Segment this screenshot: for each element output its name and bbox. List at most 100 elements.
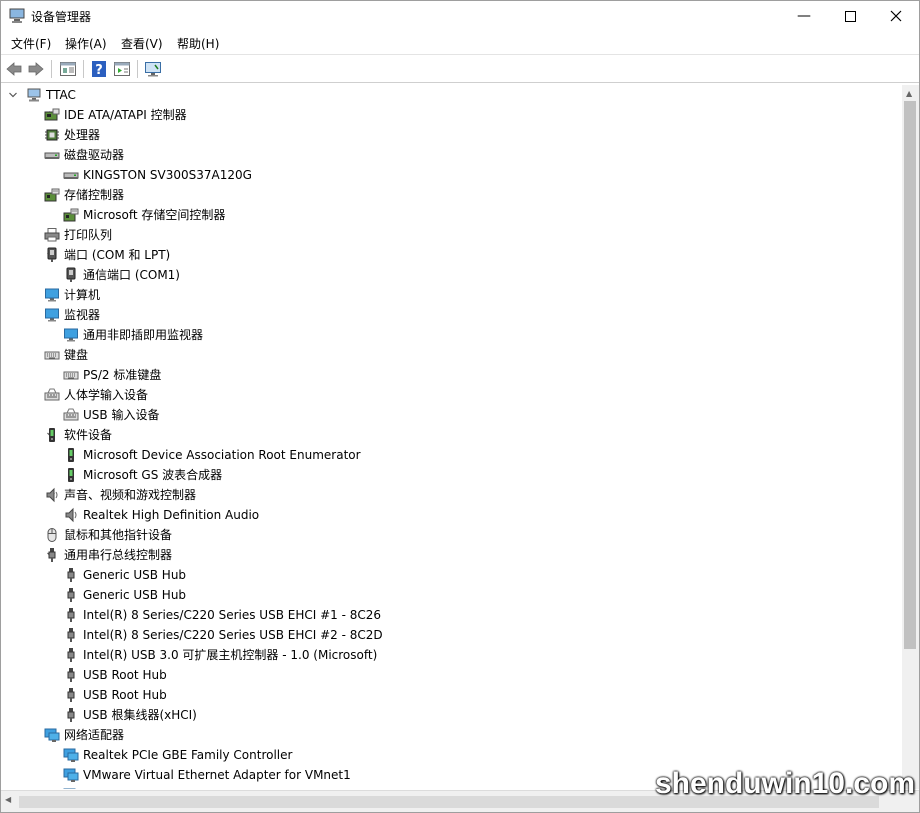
usb-icon [67, 668, 75, 682]
tree-node-label: 鼠标和其他指针设备 [64, 528, 173, 542]
back-icon[interactable] [5, 60, 23, 78]
tree-node[interactable]: Microsoft 存储空间控制器 [1, 205, 900, 225]
tree-node[interactable]: 声音、视频和游戏控制器 [1, 485, 900, 505]
tree-node[interactable]: 磁盘驱动器 [1, 145, 900, 165]
menu-file[interactable]: 文件(F) [11, 35, 51, 52]
tree-node[interactable]: TTAC [1, 85, 900, 105]
tree-node-label: 人体学输入设备 [64, 388, 149, 402]
toolbar: ? [1, 54, 919, 83]
tree-node-label: Microsoft 存储空间控制器 [83, 208, 226, 222]
tree-node-label: USB Root Hub [83, 688, 167, 702]
tree-node[interactable]: Intel(R) USB 3.0 可扩展主机控制器 - 1.0 (Microso… [1, 645, 900, 665]
menu-help[interactable]: 帮助(H) [177, 35, 219, 52]
title-bar: 设备管理器 — [1, 1, 919, 31]
tree-node[interactable]: 软件设备 [1, 425, 900, 445]
usb-icon [67, 568, 75, 582]
monitor-icon [45, 288, 59, 302]
tree-node[interactable]: Intel(R) 8 Series/C220 Series USB EHCI #… [1, 605, 900, 625]
maximize-button[interactable] [827, 1, 873, 31]
vertical-scrollbar[interactable]: ▲ ▼ [902, 85, 919, 789]
vertical-scroll-thumb[interactable] [904, 101, 916, 649]
properties-icon[interactable] [113, 60, 131, 78]
tree-node[interactable]: 通用串行总线控制器 [1, 545, 900, 565]
tree-node[interactable]: 端口 (COM 和 LPT) [1, 245, 900, 265]
watermark-text: shenduwin10.com [654, 767, 915, 800]
tree-node-label: 网络适配器 [64, 728, 125, 742]
tree-node[interactable]: 鼠标和其他指针设备 [1, 525, 900, 545]
tree-node[interactable]: Intel(R) 8 Series/C220 Series USB EHCI #… [1, 625, 900, 645]
menu-bar: 文件(F) 操作(A) 查看(V) 帮助(H) [1, 31, 919, 53]
tree-node[interactable]: PS/2 标准键盘 [1, 365, 900, 385]
close-icon [890, 10, 902, 22]
tree-node[interactable]: 网络适配器 [1, 725, 900, 745]
usb-icon [67, 628, 75, 642]
maximize-icon [844, 10, 856, 22]
device-tree: TTAC IDE ATA/ATAPI 控制器 处理器磁盘驱动器 KINGSTON SV… [1, 85, 900, 789]
scroll-up-icon[interactable]: ▲ [906, 89, 912, 98]
tree-node[interactable]: Microsoft Device Association Root Enumer… [1, 445, 900, 465]
tree-node[interactable]: USB 根集线器(xHCI) [1, 705, 900, 725]
tree-node[interactable]: Realtek PCIe GBE Family Controller [1, 745, 900, 765]
window-title: 设备管理器 [31, 10, 92, 24]
tree-node-label: 打印队列 [64, 228, 113, 242]
menu-view[interactable]: 查看(V) [121, 35, 163, 52]
tree-node[interactable]: Realtek High Definition Audio [1, 505, 900, 525]
scroll-left-icon[interactable]: ◀ [5, 795, 11, 804]
tree-node[interactable]: USB Root Hub [1, 665, 900, 685]
tree-node-label: USB 根集线器(xHCI) [83, 708, 197, 722]
tree-node[interactable]: 存储控制器 [1, 185, 900, 205]
minimize-button[interactable]: — [781, 1, 827, 31]
monitor-icon [45, 308, 59, 322]
tree-node[interactable]: 监视器 [1, 305, 900, 325]
tree-node-label: VMware Virtual Ethernet Adapter for VMne… [83, 768, 351, 782]
tree-node-label: KINGSTON SV300S37A120G [83, 168, 252, 182]
tree-node-label: Realtek High Definition Audio [83, 508, 260, 522]
tree-node-label: Generic USB Hub [83, 588, 187, 602]
menu-action[interactable]: 操作(A) [65, 35, 107, 52]
tree-node[interactable]: 处理器 [1, 125, 900, 145]
port-icon [66, 267, 76, 282]
tree-node[interactable]: USB Root Hub [1, 685, 900, 705]
software-device-icon [49, 428, 55, 442]
tree-node-label: IDE ATA/ATAPI 控制器 [64, 108, 187, 122]
tree-node-label: 通用串行总线控制器 [64, 548, 173, 562]
tree-node[interactable]: KINGSTON SV300S37A120G [1, 165, 900, 185]
tree-node-label: USB 输入设备 [83, 408, 160, 422]
forward-icon[interactable] [27, 60, 45, 78]
hid-icon [63, 408, 79, 421]
tree-node-label: 通用非即插即用监视器 [83, 328, 204, 342]
chevron-down-icon[interactable] [7, 85, 19, 105]
storage-controller-icon [63, 208, 79, 222]
tree-node-label: 通信端口 (COM1) [83, 268, 180, 282]
tree-node-label: 处理器 [64, 128, 101, 142]
tree-node[interactable]: 通信端口 (COM1) [1, 265, 900, 285]
processor-icon [45, 129, 59, 141]
tree-node[interactable]: IDE ATA/ATAPI 控制器 [1, 105, 900, 125]
tree-node-label: 存储控制器 [64, 188, 125, 202]
tree-node-label: 端口 (COM 和 LPT) [64, 248, 171, 262]
tree-node[interactable]: 打印队列 [1, 225, 900, 245]
tree-node-label: 声音、视频和游戏控制器 [64, 488, 197, 502]
tree-node-label: USB Root Hub [83, 668, 167, 682]
tree-node[interactable]: 计算机 [1, 285, 900, 305]
network-icon [63, 748, 79, 762]
minimize-icon: — [797, 8, 811, 24]
tree-node[interactable]: 通用非即插即用监视器 [1, 325, 900, 345]
tree-node[interactable]: 键盘 [1, 345, 900, 365]
usb-icon [48, 548, 56, 562]
properties-list-icon[interactable] [59, 60, 77, 78]
tree-node-label: PS/2 标准键盘 [83, 368, 162, 382]
tree-node-label: TTAC [46, 88, 76, 102]
tree-node[interactable]: Generic USB Hub [1, 585, 900, 605]
tree-node[interactable]: 人体学输入设备 [1, 385, 900, 405]
monitor-scan-icon[interactable] [144, 60, 162, 78]
monitor-icon [64, 328, 78, 342]
mouse-icon [47, 528, 57, 542]
close-button[interactable] [873, 1, 919, 31]
toolbar-separator [83, 60, 84, 78]
tree-node[interactable]: USB 输入设备 [1, 405, 900, 425]
tree-node[interactable]: Microsoft GS 波表合成器 [1, 465, 900, 485]
help-icon[interactable]: ? [90, 60, 108, 78]
tree-node[interactable]: Generic USB Hub [1, 565, 900, 585]
usb-icon [67, 588, 75, 602]
